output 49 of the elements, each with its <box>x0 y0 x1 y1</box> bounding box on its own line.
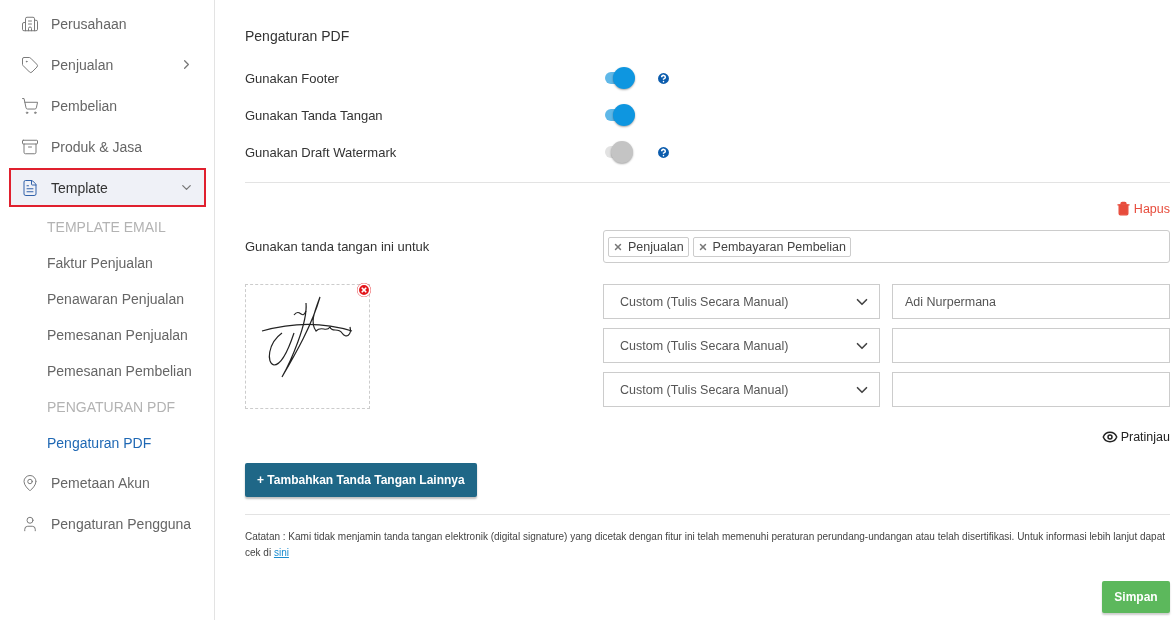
toggle-label: Gunakan Tanda Tangan <box>245 108 384 123</box>
cart-icon <box>21 96 39 115</box>
user-icon <box>21 514 39 533</box>
name-input[interactable]: Adi Nurpermana <box>892 284 1170 319</box>
select-field[interactable]: Custom (Tulis Secara Manual) <box>603 372 880 407</box>
name-input[interactable] <box>892 372 1170 407</box>
sidebar-link[interactable]: Pemesanan Pembelian <box>0 353 214 389</box>
help-icon[interactable] <box>656 71 671 86</box>
note-text: Catatan : Kami tidak menjamin tanda tangan elektronik (digital signature) yang dicetak dengan fitur ini telah memenuhi peraturan perundang-undangan atau telah disertifikasi. Untuk informasi lebih lanjut dapat cek di sini <box>245 530 1166 560</box>
section-title: Pengaturan PDF <box>245 28 351 44</box>
sidebar-item[interactable]: Perusahaan <box>9 4 206 43</box>
add-signature-button[interactable]: + Tambahkan Tanda Tangan Lainnya <box>245 463 477 497</box>
sidebar-link[interactable]: Penawaran Penjualan <box>0 281 214 317</box>
remove-icon[interactable] <box>357 283 371 297</box>
building-icon <box>21 14 39 33</box>
remove-icon[interactable] <box>613 241 623 252</box>
select-field[interactable]: Custom (Tulis Secara Manual) <box>603 328 880 363</box>
help-icon[interactable] <box>656 145 671 160</box>
eye-icon <box>1101 429 1118 445</box>
archive-box-icon <box>21 137 39 156</box>
toggle-switch[interactable] <box>603 103 637 128</box>
sidebar-heading: PENGATURAN PDF <box>46 398 177 417</box>
sidebar-item[interactable]: Produk & Jasa <box>9 127 206 166</box>
name-input[interactable] <box>892 328 1170 363</box>
toggle-label: Gunakan Footer <box>245 71 340 86</box>
sidebar-heading: TEMPLATE EMAIL <box>46 218 167 237</box>
tag-chip[interactable]: Penjualan <box>608 236 689 257</box>
trash-icon <box>1115 201 1131 216</box>
remove-icon[interactable] <box>697 241 708 252</box>
field-label: Gunakan tanda tangan ini untuk <box>245 239 431 254</box>
sidebar-item[interactable]: Pengaturan Pengguna <box>9 504 206 543</box>
sidebar-link[interactable]: Pemesanan Penjualan <box>0 317 214 353</box>
select-field[interactable]: Custom (Tulis Secara Manual) <box>603 284 880 319</box>
toggle-switch[interactable] <box>603 66 637 91</box>
sidebar-link[interactable]: Faktur Penjualan <box>0 245 214 281</box>
tag-chip[interactable]: Pembayaran Pembelian <box>692 236 852 257</box>
toggle-label: Gunakan Draft Watermark <box>245 145 398 160</box>
tag-input-field[interactable]: Penjualan Pembayaran Pembelian <box>603 230 1170 263</box>
sidebar-item[interactable]: Pemetaan Akun <box>9 463 206 502</box>
note-link[interactable]: sini <box>273 547 289 558</box>
document-icon <box>21 178 39 197</box>
sidebar-item[interactable]: Template <box>9 168 206 207</box>
map-pin-icon <box>21 473 39 492</box>
preview-button[interactable]: Pratinjau <box>1101 429 1170 445</box>
tag-icon <box>21 55 39 74</box>
sidebar-link[interactable]: Pengaturan PDF <box>0 425 214 461</box>
sidebar-item[interactable]: Penjualan <box>9 45 206 84</box>
delete-button[interactable]: Hapus <box>1115 201 1170 216</box>
sidebar-item[interactable]: Pembelian <box>9 86 206 125</box>
